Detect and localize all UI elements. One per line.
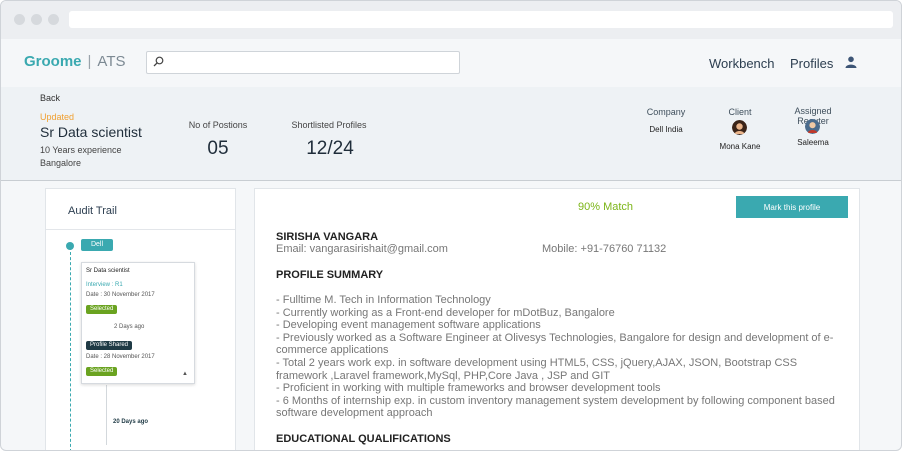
summary-item: - Proficient in working with multiple fr…: [276, 382, 661, 395]
audit-card[interactable]: Sr Data scientist Interview : R1 Date : …: [81, 262, 195, 384]
event-date: Date : 30 November 2017: [86, 292, 155, 298]
education-heading: EDUCATIONAL QUALIFICATIONS: [276, 433, 451, 445]
summary-item: - Currently working as a Front-end devel…: [276, 306, 615, 319]
shortlisted-value[interactable]: 12/24: [299, 138, 361, 160]
back-link[interactable]: Back: [40, 93, 60, 103]
search-icon: [153, 56, 164, 67]
user-icon[interactable]: [845, 56, 857, 68]
status-badge: Profile Shared: [86, 341, 133, 350]
recruiter-avatar[interactable]: [805, 119, 820, 134]
recruiter-value: Saleema: [797, 138, 829, 147]
audit-card-title: Sr Data scientist: [86, 268, 130, 274]
summary-item: - Total 2 years work exp. in software de…: [276, 356, 798, 382]
mark-profile-button[interactable]: Mark this profile: [736, 196, 848, 218]
timeline-connector: [106, 385, 107, 445]
positions-label: No of Postions: [188, 120, 248, 130]
summary-item: - Developing event management software a…: [276, 319, 541, 332]
window-minimize-dot[interactable]: [31, 14, 42, 25]
candidate-mobile: Mobile: +91-76760 71132: [542, 243, 667, 255]
caret-up-icon[interactable]: ▲: [182, 371, 188, 377]
client-value: Mona Kane: [719, 142, 761, 151]
client-avatar[interactable]: [732, 120, 747, 135]
summary-item: - Fulltime M. Tech in Information Techno…: [276, 294, 491, 306]
app-logo[interactable]: Groome | ATS: [24, 53, 125, 70]
audit-trail-panel: Audit Trail Dell Sr Data scientist Inter…: [45, 188, 236, 450]
window-maximize-dot[interactable]: [48, 14, 59, 25]
job-title: Sr Data scientist: [40, 124, 142, 140]
summary-item: - 6 Months of internship exp. in custom …: [276, 394, 835, 420]
brand-product: ATS: [97, 53, 126, 70]
brand-name: Groome: [24, 53, 82, 70]
brand-separator: |: [87, 53, 92, 70]
job-experience: 10 Years experience: [40, 145, 122, 155]
status-badge: Selected: [86, 367, 118, 376]
job-header: Back Updated Sr Data scientist 10 Years …: [1, 87, 901, 181]
company-label: Company: [646, 107, 686, 117]
top-navigation: Groome | ATS Workbench Profiles: [1, 39, 901, 87]
match-score: 90% Match: [578, 201, 634, 213]
summary-item: - Previously worked as a Software Engine…: [276, 331, 834, 357]
search-input[interactable]: [146, 51, 460, 74]
divider: [46, 229, 235, 230]
job-location: Bangalore: [40, 158, 82, 168]
shortlisted-label: Shortlisted Profiles: [291, 120, 367, 130]
timeline-line: [70, 247, 71, 450]
nav-workbench[interactable]: Workbench: [709, 56, 775, 71]
summary-heading: PROFILE SUMMARY: [276, 269, 384, 281]
browser-chrome: [1, 1, 901, 39]
profile-panel: 90% Match Mark this profile SIRISHA VANG…: [254, 188, 860, 450]
event-age: 2 Days ago: [114, 324, 145, 330]
candidate-name: SIRISHA VANGARA: [276, 231, 379, 243]
window-close-dot[interactable]: [14, 14, 25, 25]
company-value: Dell India: [649, 125, 683, 134]
event-date: Date : 28 November 2017: [86, 354, 155, 360]
address-bar[interactable]: [69, 11, 893, 28]
audit-trail-title: Audit Trail: [68, 205, 117, 217]
status-badge: Selected: [86, 305, 118, 314]
candidate-email: Email: vangarasirishait@gmail.com: [276, 243, 448, 255]
event-age: 20 Days ago: [113, 419, 149, 425]
status-label: Updated: [40, 112, 75, 122]
timeline-dot: [66, 242, 74, 250]
nav-profiles[interactable]: Profiles: [790, 56, 833, 71]
company-tag: Dell: [81, 239, 113, 251]
positions-value: 05: [207, 138, 229, 159]
profile-summary: - Fulltime M. Tech in Information Techno…: [276, 294, 841, 420]
browser-window: Groome | ATS Workbench Profiles Back Updat…: [0, 0, 902, 451]
client-label: Client: [728, 107, 752, 117]
interview-round: Interview : R1: [86, 282, 123, 288]
